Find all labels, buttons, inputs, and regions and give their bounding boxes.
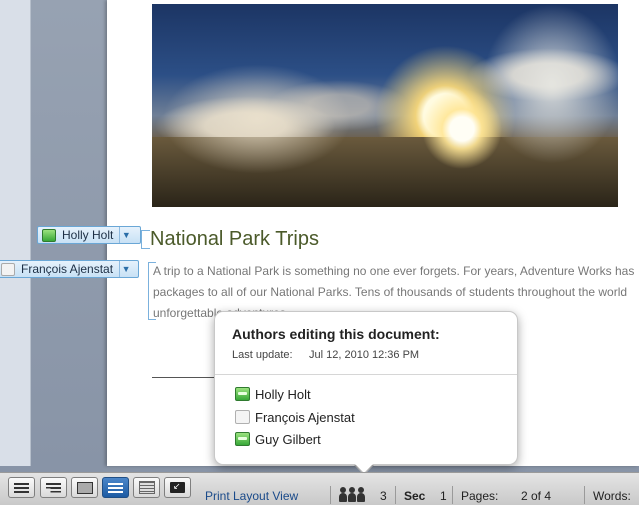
view-name-label: Print Layout View [205,489,299,503]
photo-steam-right [482,4,618,164]
authors-count[interactable]: 3 [380,489,387,503]
outline-view-icon [46,482,61,493]
author-row[interactable]: François Ajenstat [235,408,355,426]
authors-popover: Authors editing this document: Last upda… [214,311,518,465]
author-color-swatch [1,262,15,276]
author-checkbox[interactable] [235,410,250,424]
chevron-down-icon[interactable]: ▼ [119,261,132,277]
status-divider [395,486,396,504]
author-checkbox[interactable] [235,387,250,401]
author-checkbox[interactable] [235,432,250,446]
status-divider [584,486,585,504]
photo-steam-left [162,64,352,174]
pages-value: 2 of 4 [521,489,552,503]
author-name: Holly Holt [255,386,311,402]
author-tag-holly-holt[interactable]: Holly Holt ▼ [37,226,141,244]
author-tag-name: François Ajenstat [21,262,114,276]
popover-header: Authors editing this document: Last upda… [215,312,517,375]
status-divider [330,486,331,504]
body-line: packages to all of our National Parks. T… [153,285,628,299]
publishing-layout-icon [76,481,93,494]
author-tag-francois-ajenstat[interactable]: François Ajenstat ▼ [0,260,139,278]
draft-view-button[interactable] [8,477,35,498]
popover-title: Authors editing this document: [232,326,440,342]
outline-view-button[interactable] [40,477,67,498]
notebook-layout-icon [138,481,155,494]
publishing-layout-button[interactable] [71,477,98,498]
left-margin-strip [0,0,31,466]
author-name: Guy Gilbert [255,431,321,447]
chevron-down-icon[interactable]: ▼ [119,227,132,243]
full-screen-icon [170,481,185,493]
last-update-label: Last update: [232,349,293,361]
photo-sun [422,89,502,169]
author-row[interactable]: Guy Gilbert [235,430,321,448]
author-color-swatch [42,228,56,242]
status-bar: Print Layout View 3 Sec 1 Pages: 2 of 4 … [0,472,639,505]
full-screen-button[interactable] [164,477,191,498]
author-name: François Ajenstat [255,409,355,425]
author-row[interactable]: Holly Holt [235,385,311,403]
author-bracket [141,230,150,249]
draft-view-icon [14,482,29,493]
sec-label: Sec [404,489,426,503]
notebook-layout-button[interactable] [133,477,160,498]
print-layout-icon [108,482,123,493]
status-divider [452,486,453,504]
sec-value: 1 [440,489,447,503]
last-update-value: Jul 12, 2010 12:36 PM [309,349,420,361]
document-heading[interactable]: National Park Trips [150,228,319,251]
pages-label: Pages: [461,489,499,503]
print-layout-button[interactable] [102,477,129,498]
author-tag-name: Holly Holt [62,228,114,242]
geyser-photo[interactable] [152,4,618,207]
body-line: A trip to a National Park is something n… [153,264,635,278]
words-label: Words: [593,489,631,503]
people-icon[interactable] [339,487,365,502]
